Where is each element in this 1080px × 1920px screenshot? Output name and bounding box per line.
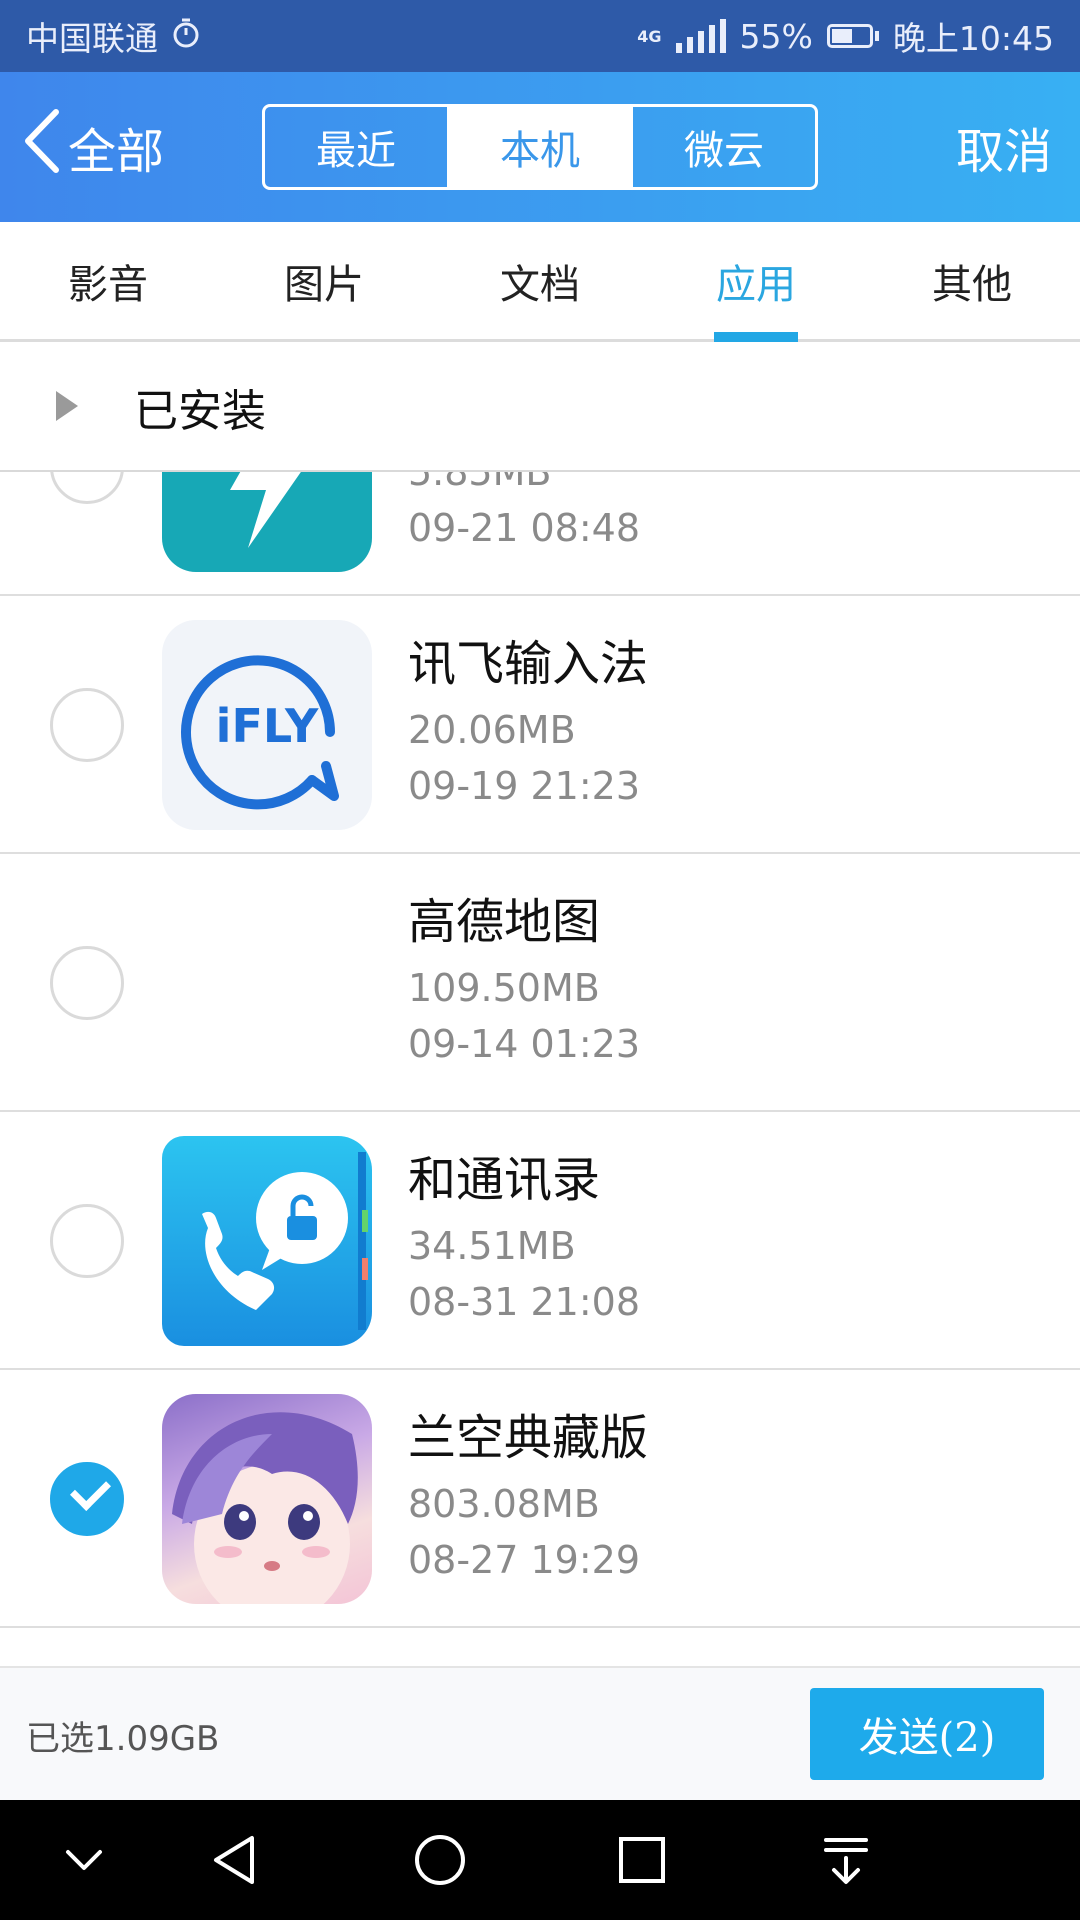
app-date: 09-19 21:23 (408, 764, 641, 808)
back-button[interactable]: 全部 (22, 72, 164, 222)
network-type: 4G (637, 26, 662, 46)
list-item[interactable]: 和通讯录 34.51MB 08-31 21:08 (0, 1112, 1080, 1370)
expand-triangle-icon (56, 391, 78, 421)
signal-icon (675, 19, 726, 53)
status-left: 中国联通 (26, 12, 200, 60)
contacts-app-icon (162, 1136, 372, 1346)
system-nav-bar (0, 1800, 1080, 1920)
home-circle-icon[interactable] (410, 1830, 470, 1890)
app-date: 09-21 08:48 (408, 506, 641, 550)
app-date: 08-27 19:29 (408, 1538, 641, 1582)
tab-other[interactable]: 其他 (864, 222, 1080, 339)
send-button[interactable]: 发送(2) (810, 1688, 1044, 1780)
tab-images[interactable]: 图片 (216, 222, 432, 339)
recents-square-icon[interactable] (612, 1830, 672, 1890)
segment-recent[interactable]: 最近 (265, 107, 447, 187)
tab-apps[interactable]: 应用 (648, 222, 864, 339)
segment-weiyun[interactable]: 微云 (631, 107, 815, 187)
selection-action-bar: 已选1.09GB 发送(2) (0, 1666, 1080, 1800)
selected-size-label: 已选1.09GB (26, 1718, 220, 1759)
select-radio-checked[interactable] (50, 1462, 124, 1536)
tab-media[interactable]: 影音 (0, 222, 216, 339)
status-bar: 中国联通 4G 55% 晚上10:45 (0, 0, 1080, 72)
app-name: 兰空典藏版 (408, 1410, 649, 1466)
back-triangle-icon[interactable] (206, 1830, 266, 1890)
status-right: 4G 55% 晚上10:45 (637, 12, 1054, 60)
app-name: 高德地图 (408, 894, 601, 950)
stopwatch-icon (172, 17, 200, 56)
app-size: 5.85MB (408, 472, 552, 494)
installed-section-header[interactable]: 已安装 (0, 342, 1080, 472)
chevron-left-icon (22, 106, 62, 188)
battery-icon (826, 24, 879, 48)
carrier-label: 中国联通 (26, 19, 158, 58)
tab-documents[interactable]: 文档 (432, 222, 648, 339)
app-size: 20.06MB (408, 708, 576, 752)
list-item[interactable]: 5.85MB 09-21 08:48 (0, 472, 1080, 596)
header-bar: 全部 最近 本机 微云 取消 (0, 72, 1080, 222)
lightning-app-icon (162, 472, 372, 572)
app-name: 讯飞输入法 (408, 636, 649, 692)
list-item[interactable]: iFLY 讯飞输入法 20.06MB 09-19 21:23 (0, 596, 1080, 854)
source-segmented-control: 最近 本机 微云 (262, 104, 818, 190)
list-item[interactable]: 高德地图 109.50MB 09-14 01:23 (0, 854, 1080, 1112)
cancel-button[interactable]: 取消 (956, 72, 1052, 222)
section-label: 已安装 (134, 386, 266, 437)
notification-pulldown-icon[interactable] (816, 1830, 876, 1890)
app-size: 803.08MB (408, 1482, 600, 1526)
back-label: 全部 (68, 124, 165, 180)
ifly-app-icon: iFLY (162, 620, 372, 830)
segment-local[interactable]: 本机 (447, 107, 631, 187)
app-size: 34.51MB (408, 1224, 576, 1268)
list-item[interactable]: 兰空典藏版 803.08MB 08-27 19:29 (0, 1370, 1080, 1628)
select-radio[interactable] (50, 472, 124, 504)
clock: 晚上10:45 (892, 19, 1054, 58)
select-radio[interactable] (50, 946, 124, 1020)
ifly-logo-text: iFLY (216, 699, 319, 753)
anime-girl-app-icon (162, 1394, 372, 1604)
app-date: 09-14 01:23 (408, 1022, 641, 1066)
app-date: 08-31 21:08 (408, 1280, 641, 1324)
select-radio[interactable] (50, 1204, 124, 1278)
battery-percent: 55% (739, 16, 813, 56)
chevron-down-icon[interactable] (54, 1830, 114, 1890)
app-name: 和通讯录 (408, 1152, 601, 1208)
app-size: 109.50MB (408, 966, 600, 1010)
blank-app-icon (162, 878, 372, 1088)
select-radio[interactable] (50, 688, 124, 762)
app-list: 5.85MB 09-21 08:48 iFLY 讯飞输入法 20.06MB 09… (0, 472, 1080, 1666)
category-tabs: 影音 图片 文档 应用 其他 (0, 222, 1080, 342)
